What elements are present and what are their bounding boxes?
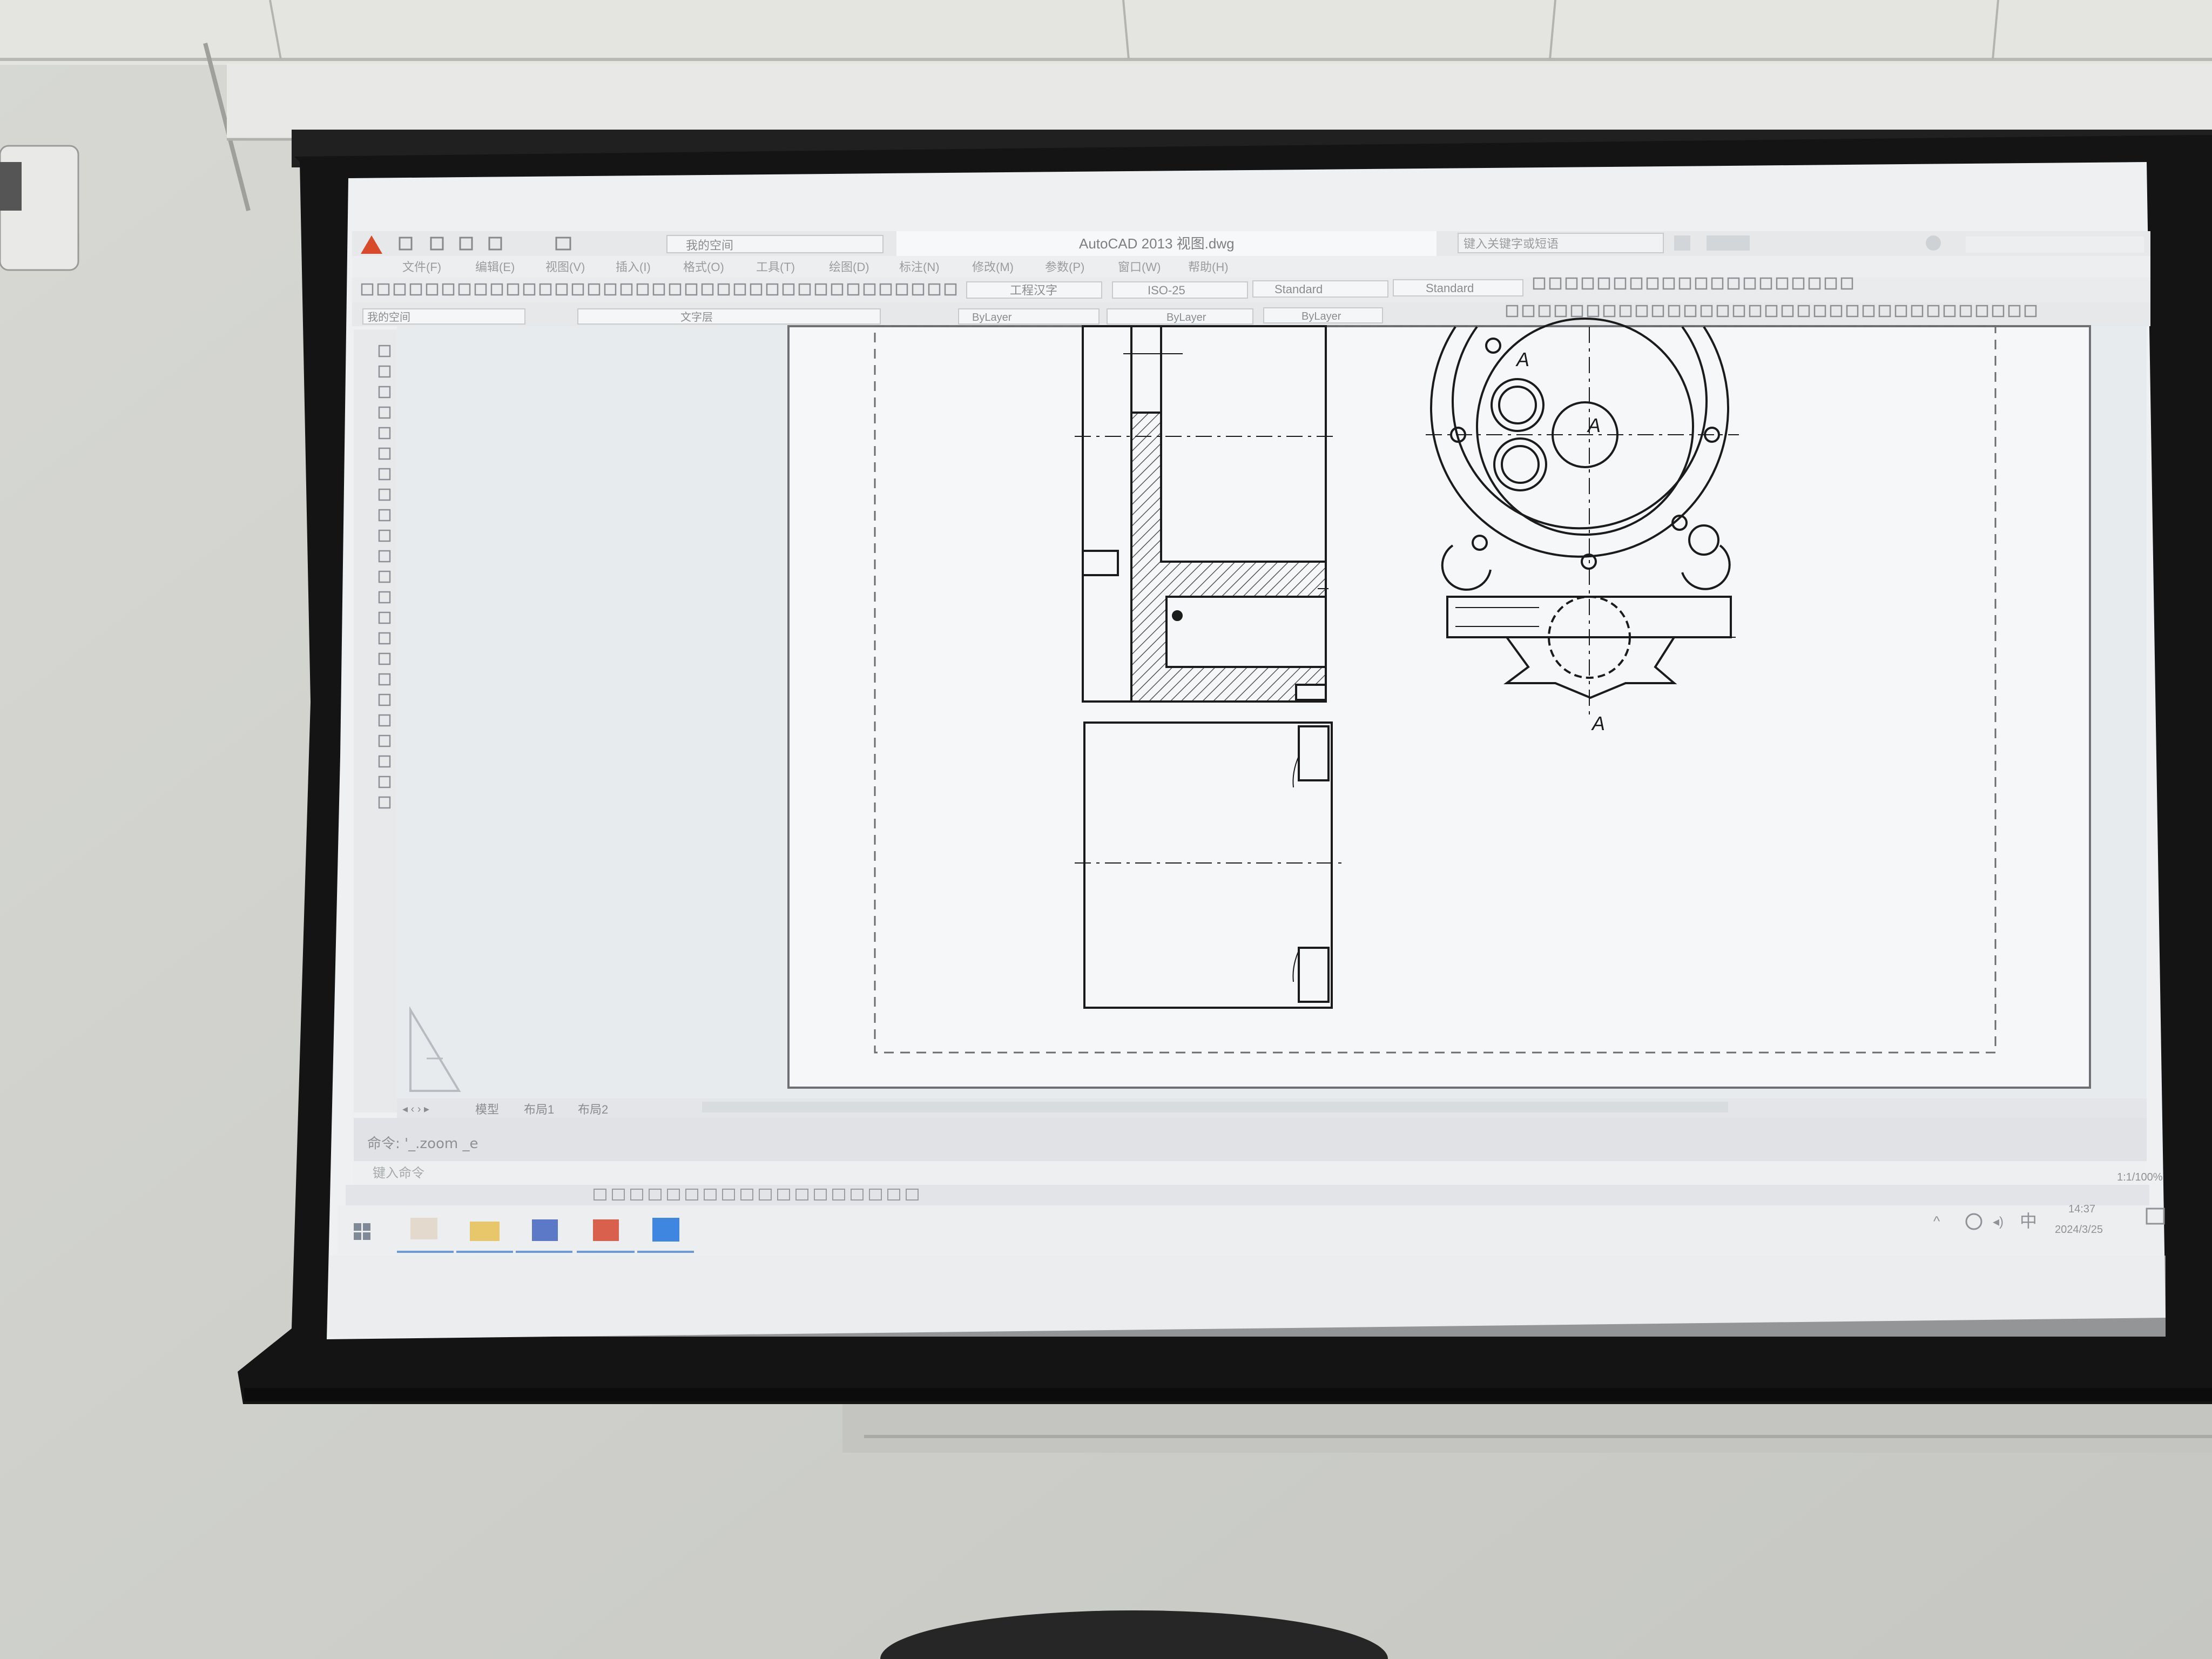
signin-icon[interactable]	[1674, 235, 1690, 251]
horizontal-scrollbar[interactable]	[702, 1102, 1728, 1112]
menu-item-8[interactable]: 修改(M)	[972, 260, 1014, 274]
linetype-value: ByLayer	[1166, 312, 1206, 323]
menu-item-4[interactable]: 格式(O)	[683, 260, 724, 274]
autocad-window: 我的空间 AutoCAD 2013 视图.dwg 键入关键字或短语 文件(F) 编…	[346, 231, 2163, 1205]
tab-1[interactable]: 布局1	[524, 1103, 554, 1116]
text-style-value: 工程汉字	[1010, 284, 1057, 297]
autocad-task-icon[interactable]	[410, 1218, 437, 1239]
help-icon[interactable]	[1926, 235, 1941, 251]
window-title: AutoCAD 2013 视图.dwg	[1079, 235, 1235, 252]
lineweight-value: ByLayer	[1301, 311, 1341, 322]
app-red-icon[interactable]	[593, 1219, 619, 1241]
menu-item-2[interactable]: 视图(V)	[545, 260, 585, 274]
menu-item-0[interactable]: 文件(F)	[402, 260, 441, 274]
command-prompt-text: 键入命令	[373, 1166, 424, 1181]
clock-time: 14:37	[2068, 1203, 2095, 1215]
app-blue-icon[interactable]	[532, 1219, 558, 1241]
menu-item-7[interactable]: 标注(N)	[899, 260, 940, 274]
standard-toolbar	[352, 278, 2150, 302]
tray-chevron-icon[interactable]: ^	[1933, 1213, 1940, 1229]
search-placeholder: 键入关键字或短语	[1464, 237, 1559, 251]
app-azure-icon[interactable]	[652, 1218, 679, 1242]
menu-item-9[interactable]: 参数(P)	[1045, 260, 1084, 274]
status-right-text: 1:1/100%	[2117, 1171, 2163, 1183]
ceiling	[0, 0, 2212, 65]
text-layer-value: 文字层	[680, 311, 713, 323]
layer-combo-value: 我的空间	[367, 311, 410, 323]
menu-item-11[interactable]: 帮助(H)	[1188, 260, 1229, 274]
command-history	[354, 1118, 2147, 1161]
menu-item-6[interactable]: 绘图(D)	[829, 260, 869, 274]
classroom-scene: 我的空间 AutoCAD 2013 视图.dwg 键入关键字或短语 文件(F) 编…	[0, 0, 2212, 1659]
menu-item-1[interactable]: 编辑(E)	[475, 260, 515, 274]
color-value: ByLayer	[972, 312, 1012, 323]
exchange-icon[interactable]	[1707, 235, 1750, 251]
tab-0[interactable]: 模型	[475, 1103, 499, 1116]
section-label-bottom: A	[1591, 712, 1605, 734]
tab-nav-arrows[interactable]: ◂ ‹ › ▸	[402, 1103, 429, 1115]
menu-item-3[interactable]: 插入(I)	[616, 260, 651, 274]
layout-paper	[787, 325, 2091, 1089]
menu-item-10[interactable]: 窗口(W)	[1118, 260, 1161, 274]
tab-2[interactable]: 布局2	[578, 1103, 608, 1116]
command-history-text: 命令: '_.zoom _e	[367, 1136, 478, 1152]
status-bar	[346, 1185, 2149, 1205]
file-explorer-icon[interactable]	[470, 1222, 500, 1241]
command-input[interactable]	[354, 1161, 2147, 1185]
dim-style-value: ISO-25	[1148, 284, 1185, 297]
ime-indicator[interactable]: 中	[2020, 1211, 2037, 1231]
section-label-top: A	[1515, 348, 1529, 370]
text-layer-combo[interactable]	[577, 308, 881, 325]
window-controls	[1966, 237, 2144, 253]
menu-item-5[interactable]: 工具(T)	[756, 260, 795, 274]
table-style-value: Standard	[1274, 282, 1323, 296]
screen-housing	[227, 64, 2212, 139]
screen-bottom-bar	[842, 1404, 2212, 1453]
layout-tabs: 模型 布局1 布局2	[475, 1103, 608, 1116]
mleader-style-value: Standard	[1426, 281, 1474, 295]
section-label-center: A	[1587, 414, 1601, 436]
volume-icon[interactable]: ◂)	[1993, 1215, 2004, 1229]
workspace-value: 我的空间	[686, 239, 733, 252]
clock-date: 2024/3/25	[2055, 1224, 2103, 1236]
wall-camera-icon	[0, 145, 79, 271]
